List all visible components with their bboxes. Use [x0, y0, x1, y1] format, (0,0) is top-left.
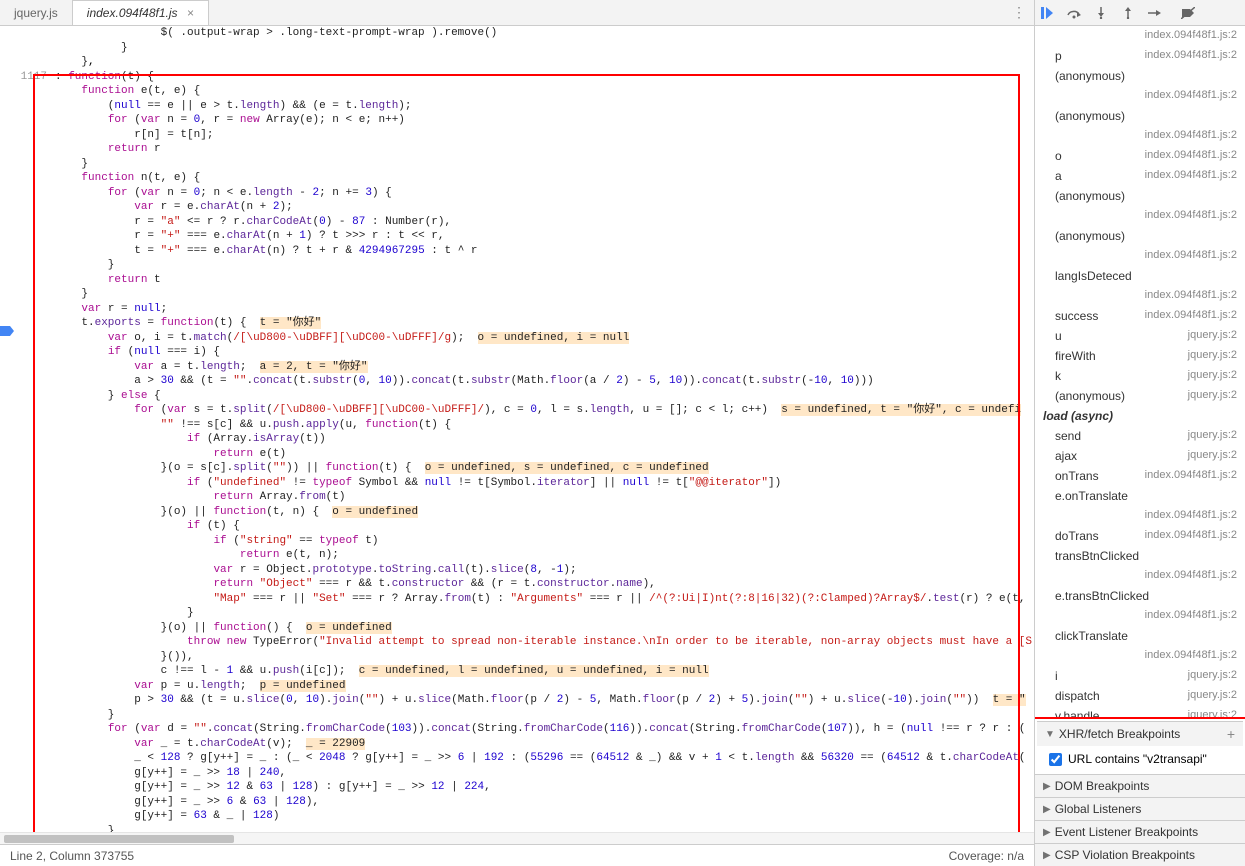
- stack-frame[interactable]: index.094f48f1.js:2: [1035, 86, 1245, 106]
- tab-jquery[interactable]: jquery.js: [0, 1, 72, 25]
- chevron-right-icon: ▶: [1043, 804, 1051, 815]
- stack-frame[interactable]: e.transBtnClicked: [1035, 586, 1245, 606]
- stack-frame[interactable]: ijquery.js:2: [1035, 666, 1245, 686]
- stack-frame[interactable]: index.094f48f1.js:2: [1035, 126, 1245, 146]
- stack-frame[interactable]: index.094f48f1.js:2: [1035, 606, 1245, 626]
- stack-frame[interactable]: fireWithjquery.js:2: [1035, 346, 1245, 366]
- chevron-right-icon: ▶: [1043, 850, 1051, 861]
- tab-bar: jquery.js index.094f48f1.js × ⋮: [0, 0, 1034, 26]
- stack-frame[interactable]: index.094f48f1.js:2: [1035, 646, 1245, 666]
- stack-frame[interactable]: ajaxjquery.js:2: [1035, 446, 1245, 466]
- stack-frame[interactable]: langIsDeteced: [1035, 266, 1245, 286]
- close-icon[interactable]: ×: [187, 6, 194, 20]
- event-listener-breakpoints-header[interactable]: ▶ Event Listener Breakpoints: [1035, 821, 1245, 843]
- stack-frame[interactable]: index.094f48f1.js:2: [1035, 566, 1245, 586]
- stack-frame[interactable]: index.094f48f1.js:2: [1035, 246, 1245, 266]
- add-icon[interactable]: +: [1227, 726, 1235, 742]
- stack-frame[interactable]: transBtnClicked: [1035, 546, 1245, 566]
- global-listeners-header[interactable]: ▶ Global Listeners: [1035, 798, 1245, 820]
- stack-frame[interactable]: oindex.094f48f1.js:2: [1035, 146, 1245, 166]
- panel-title: CSP Violation Breakpoints: [1055, 848, 1195, 862]
- stack-frame[interactable]: index.094f48f1.js:2: [1035, 26, 1245, 46]
- chevron-right-icon: ▶: [1043, 781, 1051, 792]
- stack-frame[interactable]: doTransindex.094f48f1.js:2: [1035, 526, 1245, 546]
- stack-frame[interactable]: clickTranslate: [1035, 626, 1245, 646]
- horizontal-scrollbar[interactable]: [0, 832, 1034, 844]
- stack-frame[interactable]: e.onTranslate: [1035, 486, 1245, 506]
- line-gutter: 1117: [15, 26, 51, 832]
- resume-icon[interactable]: [1039, 5, 1054, 20]
- stack-frame[interactable]: pindex.094f48f1.js:2: [1035, 46, 1245, 66]
- chevron-down-icon: ▼: [1045, 729, 1055, 740]
- call-stack[interactable]: index.094f48f1.js:2pindex.094f48f1.js:2(…: [1035, 26, 1245, 719]
- status-bar: Line 2, Column 373755 Coverage: n/a: [0, 844, 1034, 866]
- line-number: 1117: [15, 70, 47, 85]
- stack-frame[interactable]: index.094f48f1.js:2: [1035, 286, 1245, 306]
- stack-frame[interactable]: index.094f48f1.js:2: [1035, 206, 1245, 226]
- stack-frame[interactable]: successindex.094f48f1.js:2: [1035, 306, 1245, 326]
- debug-toolbar: [1035, 0, 1245, 26]
- tab-index[interactable]: index.094f48f1.js ×: [72, 0, 209, 25]
- stack-frame[interactable]: (anonymous): [1035, 226, 1245, 246]
- breakpoint-gutter[interactable]: [0, 26, 15, 832]
- xhr-label: URL contains "v2transapi": [1068, 752, 1207, 766]
- code-body[interactable]: $( .output-wrap > .long-text-prompt-wrap…: [51, 26, 1034, 832]
- annotation-box-small: ▼ XHR/fetch Breakpoints + URL contains "…: [1035, 717, 1245, 776]
- stack-frame[interactable]: aindex.094f48f1.js:2: [1035, 166, 1245, 186]
- scrollbar-thumb[interactable]: [4, 835, 234, 843]
- execution-marker-icon: [0, 326, 14, 336]
- xhr-breakpoint-item[interactable]: URL contains "v2transapi": [1045, 750, 1235, 768]
- stack-frame[interactable]: onTransindex.094f48f1.js:2: [1035, 466, 1245, 486]
- coverage-status: Coverage: n/a: [949, 849, 1024, 863]
- csp-violation-breakpoints-header[interactable]: ▶ CSP Violation Breakpoints: [1035, 844, 1245, 866]
- panel-title: XHR/fetch Breakpoints: [1059, 727, 1180, 741]
- step-into-icon[interactable]: [1093, 5, 1108, 20]
- tab-menu-icon[interactable]: ⋮: [1004, 4, 1034, 21]
- stack-frame[interactable]: index.094f48f1.js:2: [1035, 506, 1245, 526]
- stack-frame[interactable]: (anonymous): [1035, 186, 1245, 206]
- panel-title: DOM Breakpoints: [1055, 779, 1150, 793]
- chevron-right-icon: ▶: [1043, 827, 1051, 838]
- xhr-checkbox[interactable]: [1049, 753, 1062, 766]
- dom-breakpoints-header[interactable]: ▶ DOM Breakpoints: [1035, 775, 1245, 797]
- stack-frame[interactable]: ujquery.js:2: [1035, 326, 1245, 346]
- stack-frame[interactable]: (anonymous): [1035, 66, 1245, 86]
- stack-frame[interactable]: sendjquery.js:2: [1035, 426, 1245, 446]
- deactivate-breakpoints-icon[interactable]: [1180, 5, 1195, 20]
- xhr-breakpoints-header[interactable]: ▼ XHR/fetch Breakpoints +: [1037, 722, 1243, 746]
- panel-title: Event Listener Breakpoints: [1055, 825, 1198, 839]
- cursor-position: Line 2, Column 373755: [10, 849, 134, 863]
- stack-frame[interactable]: (anonymous)jquery.js:2: [1035, 386, 1245, 406]
- stack-frame[interactable]: kjquery.js:2: [1035, 366, 1245, 386]
- panel-title: Global Listeners: [1055, 802, 1142, 816]
- step-out-icon[interactable]: [1120, 5, 1135, 20]
- step-icon[interactable]: [1147, 5, 1162, 20]
- step-over-icon[interactable]: [1066, 5, 1081, 20]
- code-editor[interactable]: 1117 $( .output-wrap > .long-text-prompt…: [0, 26, 1034, 832]
- stack-frame[interactable]: (anonymous): [1035, 106, 1245, 126]
- stack-async-label: load (async): [1035, 406, 1245, 426]
- stack-frame[interactable]: dispatchjquery.js:2: [1035, 686, 1245, 706]
- tab-label: index.094f48f1.js: [87, 6, 178, 20]
